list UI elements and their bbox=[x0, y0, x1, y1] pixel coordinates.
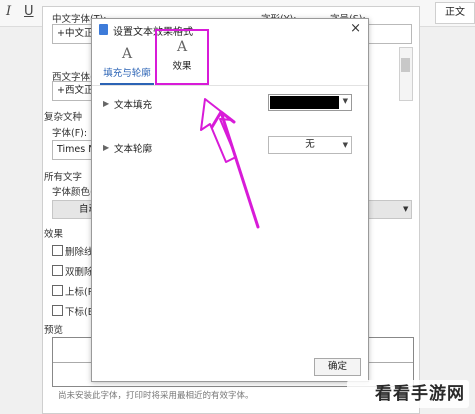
footer-note: 尚未安装此字体，打印时将采用最相近的有效字体。 bbox=[58, 391, 254, 401]
watermark-text: 看看手游网 bbox=[375, 384, 465, 404]
annotation-arrow bbox=[200, 98, 260, 229]
annotation-arrow-head bbox=[200, 98, 237, 163]
annotation-arrow-line bbox=[210, 110, 260, 229]
